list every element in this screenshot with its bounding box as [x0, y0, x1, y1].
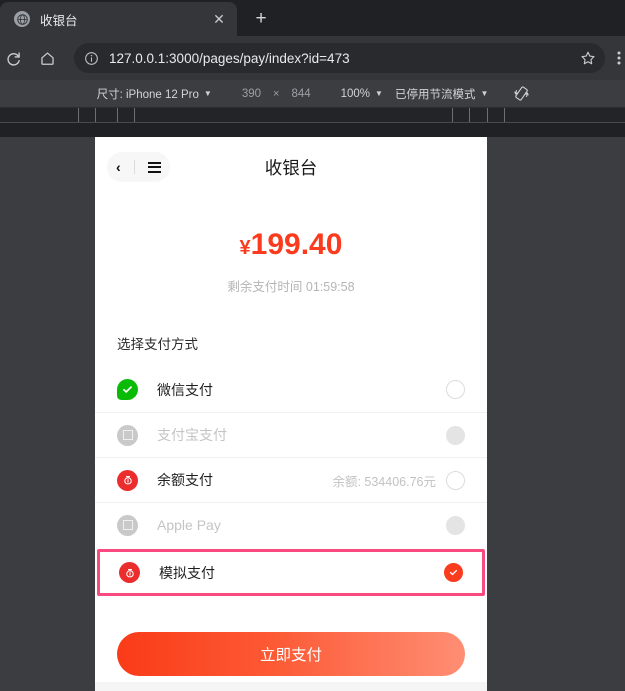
device-size-label: 尺寸: iPhone 12 Pro	[96, 88, 199, 101]
throttling-selector[interactable]: 已停用节流模式 ▼	[389, 86, 494, 102]
wechat-icon	[117, 379, 138, 400]
ruler-tick	[469, 108, 470, 122]
bottom-strip	[95, 682, 487, 691]
section-label: 选择支付方式	[117, 337, 198, 352]
viewport-ruler	[0, 108, 625, 123]
zoom-label: 100%	[340, 87, 371, 100]
page-title: 收银台	[264, 158, 318, 178]
payment-method-alipay[interactable]: 支付宝支付	[95, 412, 487, 457]
payment-method-balance[interactable]: 余额支付 余额: 534406.76元	[95, 457, 487, 502]
chevron-down-icon: ▼	[375, 89, 383, 98]
currency-symbol: ¥	[239, 237, 251, 259]
payment-method-list: 微信支付 支付宝支付 余额支付 余额: 534406.76元 Apple Pay…	[95, 367, 487, 596]
mock-purse-icon	[119, 562, 140, 583]
page-header: ‹ 收银台	[95, 137, 487, 205]
pay-now-button[interactable]: 立即支付	[117, 632, 465, 676]
balance-purse-icon	[117, 469, 138, 491]
pay-button-container: 立即支付	[95, 598, 487, 676]
amount-block: ¥199.40 剩余支付时间 01:59:58	[95, 205, 487, 295]
payment-method-radio[interactable]	[446, 515, 465, 535]
viewport-width-input[interactable]: 390	[240, 88, 263, 100]
payment-method-radio[interactable]	[446, 380, 465, 399]
chevron-down-icon: ▼	[480, 89, 489, 98]
device-emulation-toolbar: 尺寸: iPhone 12 Pro ▼ 390 × 844 100% ▼ 已停用…	[0, 80, 625, 108]
ruler-tick	[95, 108, 96, 122]
ruler-tick	[504, 108, 505, 122]
throttling-label: 已停用节流模式	[394, 88, 476, 101]
device-size-selector[interactable]: 尺寸: iPhone 12 Pro ▼	[91, 86, 218, 102]
rotate-device-icon[interactable]	[508, 84, 534, 104]
close-icon[interactable]: ✕	[209, 9, 229, 29]
chevron-down-icon: ▼	[203, 89, 212, 98]
address-bar[interactable]: 127.0.0.1:3000/pages/pay/index?id=473	[74, 43, 605, 73]
viewport-height-input[interactable]: 844	[289, 88, 312, 100]
zoom-selector[interactable]: 100% ▼	[335, 88, 389, 100]
alipay-icon	[117, 424, 138, 446]
payment-method-mock[interactable]: 模拟支付	[97, 549, 485, 596]
ruler-tick	[117, 108, 118, 122]
reload-icon[interactable]	[0, 45, 26, 71]
ruler-tick	[78, 108, 79, 122]
amount-number: 199.40	[250, 228, 343, 261]
countdown-text: 剩余支付时间 01:59:58	[227, 280, 355, 294]
ruler-tick	[134, 108, 135, 122]
star-icon[interactable]	[577, 47, 599, 69]
payment-method-wechat[interactable]: 微信支付	[95, 367, 487, 412]
balance-amount-text: 余额: 534406.76元	[332, 474, 436, 489]
kebab-menu-icon[interactable]	[611, 45, 625, 71]
payment-method-radio-checked[interactable]	[444, 563, 463, 582]
device-viewport-area: ‹ 收银台 ¥199.40 剩余支付时间 01:59:58 选择支付方式 微信支…	[0, 137, 625, 691]
ruler-tick	[487, 108, 488, 122]
emulated-page: ‹ 收银台 ¥199.40 剩余支付时间 01:59:58 选择支付方式 微信支…	[95, 137, 487, 691]
amount-value: ¥199.40	[95, 230, 487, 260]
globe-icon	[14, 11, 30, 27]
payment-method-applepay[interactable]: Apple Pay	[95, 502, 487, 547]
payment-method-label: 微信支付	[157, 381, 213, 398]
info-circle-icon[interactable]	[83, 50, 100, 67]
payment-method-label: Apple Pay	[157, 517, 221, 533]
payment-method-label: 模拟支付	[159, 564, 215, 581]
payment-method-label: 支付宝支付	[157, 427, 227, 443]
url-text[interactable]: 127.0.0.1:3000/pages/pay/index?id=473	[109, 51, 577, 66]
payment-method-label: 余额支付	[157, 472, 213, 488]
ruler-tick	[452, 108, 453, 122]
dimension-separator: ×	[273, 87, 280, 100]
browser-tab[interactable]: 收银台 ✕	[0, 2, 237, 36]
home-icon[interactable]	[34, 45, 60, 71]
browser-window: 收银台 ✕ + 127.0.0.1:3000/pages/pay/index?i…	[0, 0, 625, 691]
tab-title: 收银台	[40, 13, 78, 28]
payment-method-radio[interactable]	[446, 470, 465, 490]
payment-method-radio[interactable]	[446, 425, 465, 445]
new-tab-button[interactable]: +	[247, 5, 275, 33]
applepay-icon	[117, 514, 138, 536]
browser-toolbar: 127.0.0.1:3000/pages/pay/index?id=473	[0, 36, 625, 80]
tab-strip: 收银台 ✕ +	[0, 0, 625, 36]
